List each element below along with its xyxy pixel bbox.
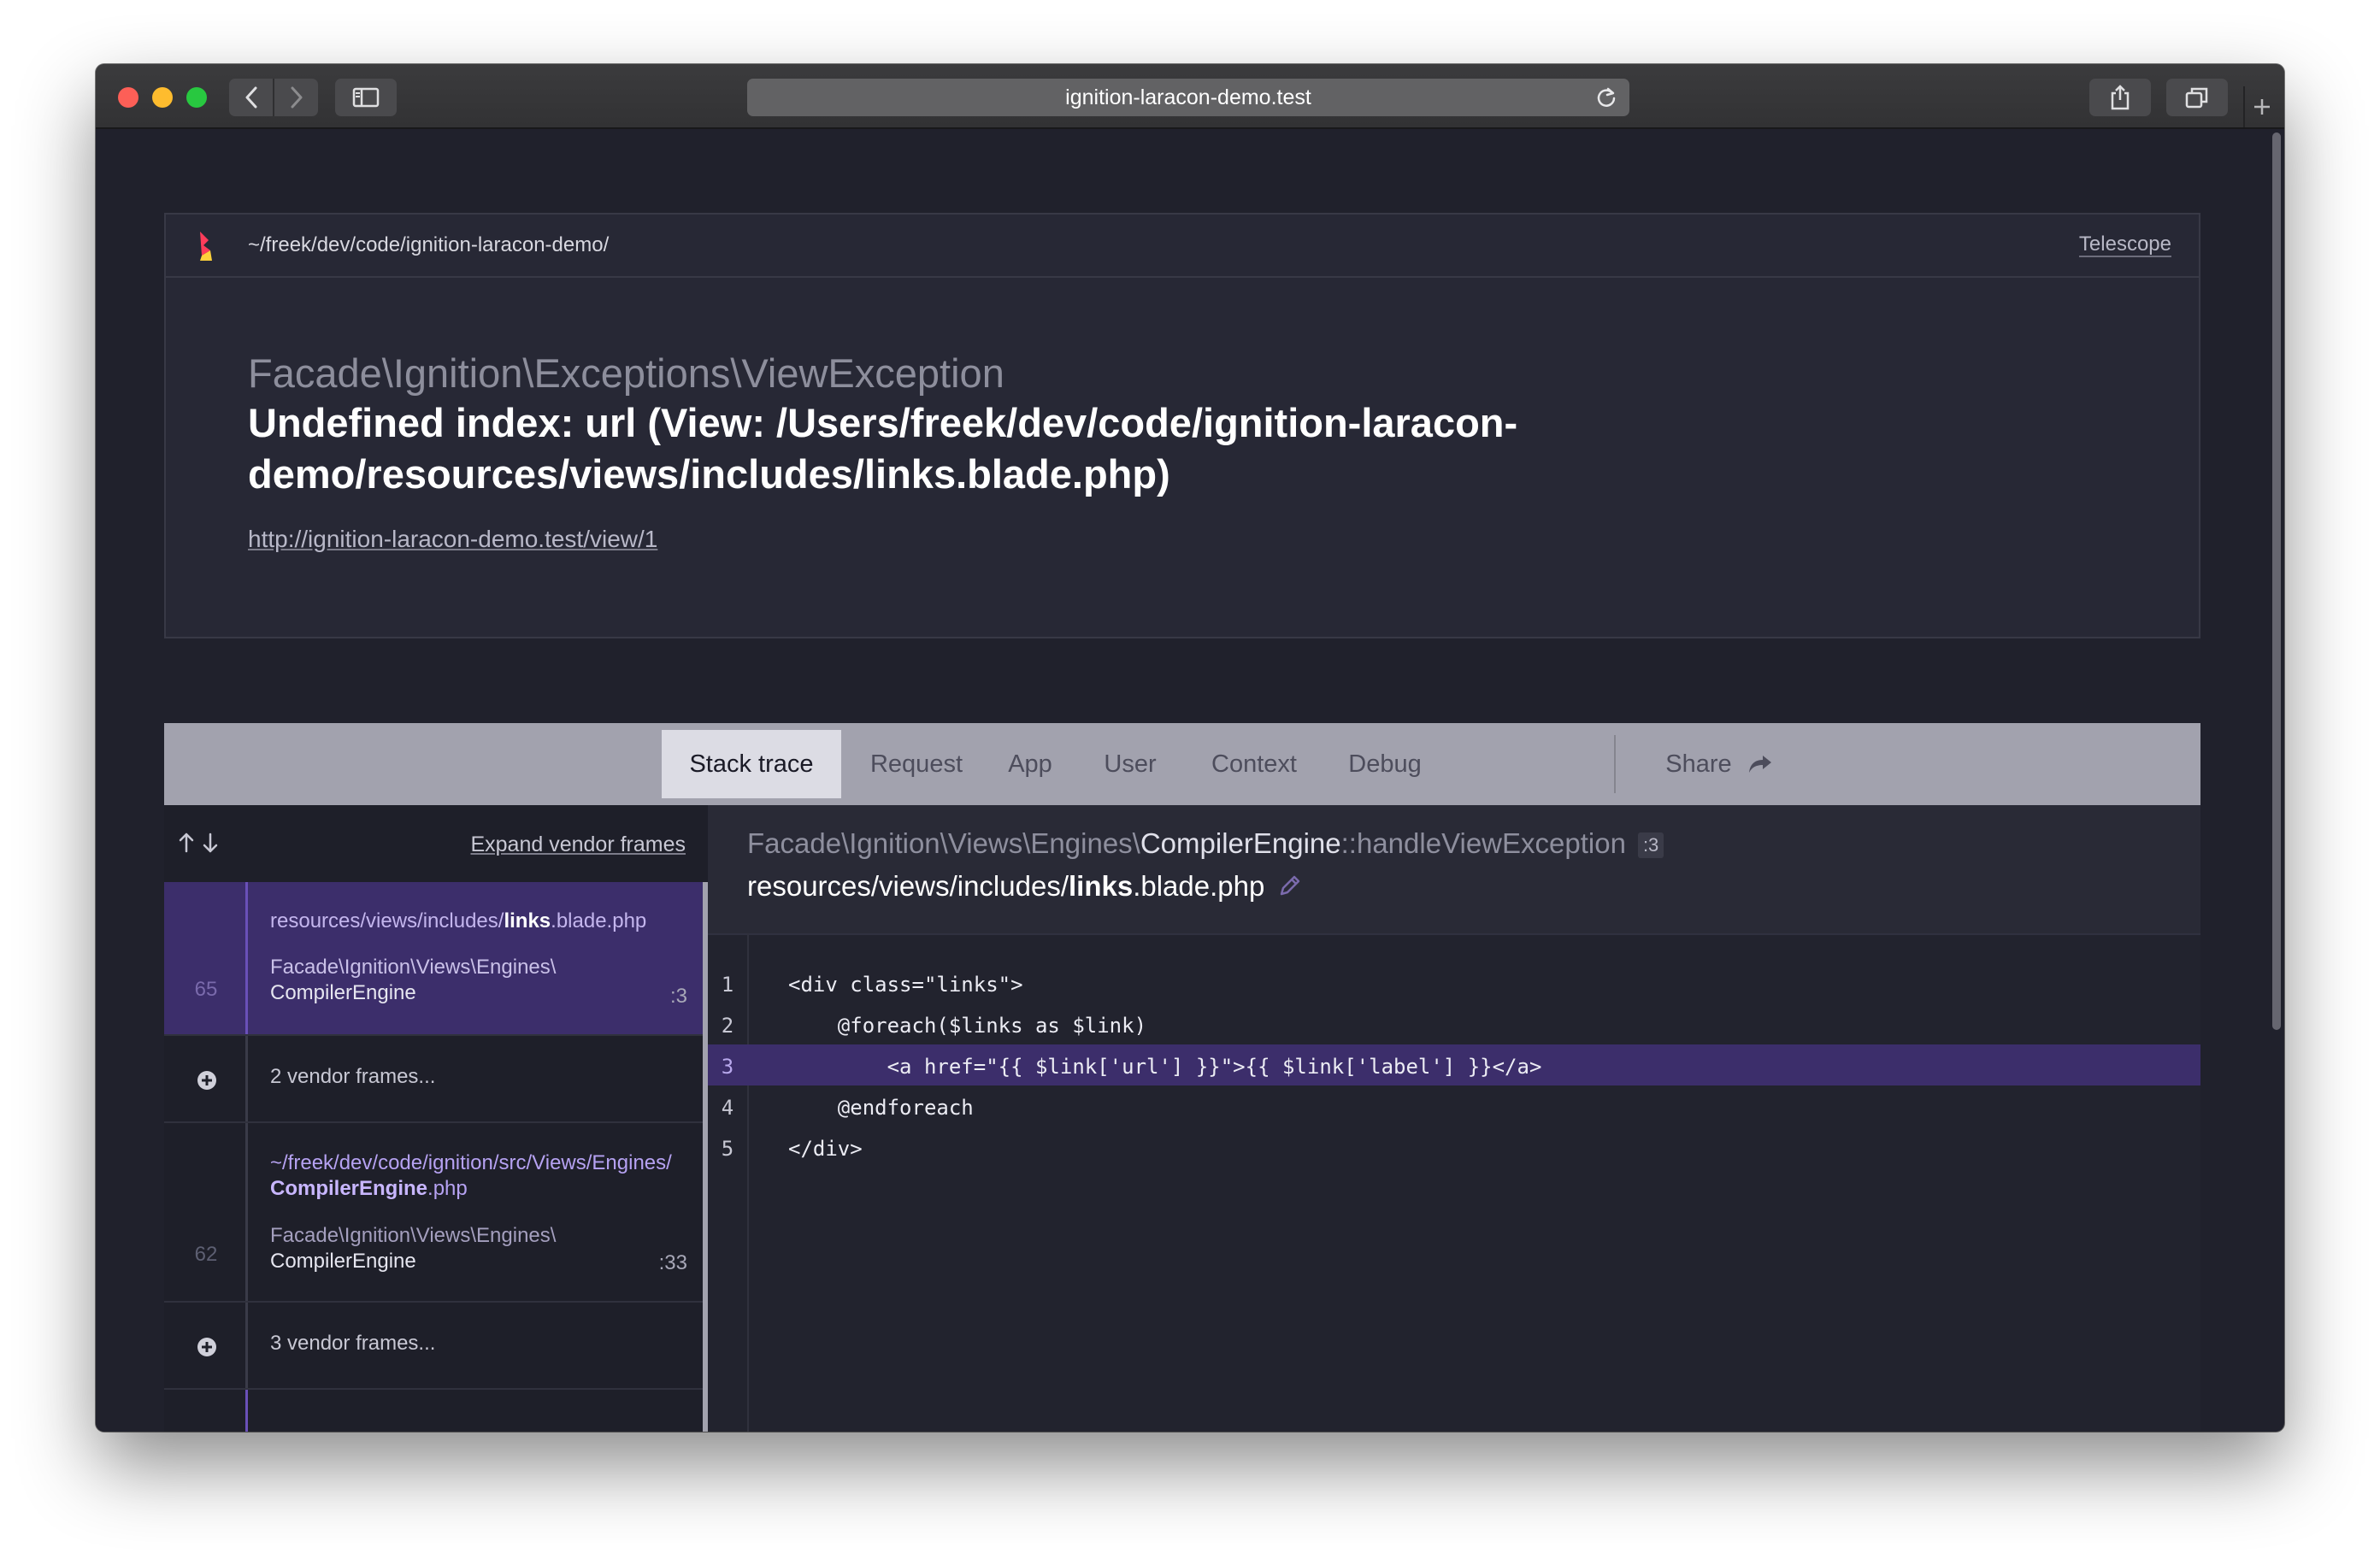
navigation-buttons	[229, 79, 318, 116]
tab-user[interactable]: User	[1086, 730, 1175, 798]
sort-order-button[interactable]	[178, 831, 222, 859]
frame-line-number: 65	[194, 978, 218, 1001]
sidebar-toggle-button[interactable]	[335, 79, 397, 116]
frame-line: :3	[669, 985, 687, 1008]
stack-frame[interactable]	[164, 1390, 703, 1432]
address-bar-url: ignition-laracon-demo.test	[1065, 85, 1311, 109]
expand-vendor-frames-link[interactable]: Expand vendor frames	[470, 832, 686, 857]
code-line-number: 1	[721, 973, 734, 997]
request-url-link[interactable]: http://ignition-laracon-demo.test/view/1	[248, 526, 657, 553]
back-button[interactable]	[229, 79, 273, 116]
frame-file: resources/views/includes/links.blade.php	[270, 909, 647, 932]
code-line-text: <a href="{{ $link['url'] }}">{{ $link['l…	[788, 1055, 1542, 1079]
chevron-left-icon	[245, 86, 256, 109]
sort-arrows-icon	[179, 832, 218, 853]
code-class-method: Facade\Ignition\Views\Engines\CompilerEn…	[747, 827, 1664, 860]
browser-share-button[interactable]	[2089, 79, 2151, 116]
edit-file-button[interactable]	[1278, 872, 1302, 904]
code-line-number: 2	[721, 1014, 734, 1038]
stack-frame[interactable]: 62 ~/freek/dev/code/ignition/src/Views/E…	[164, 1123, 703, 1303]
code-line-text: @endforeach	[788, 1096, 974, 1120]
tab-stack-trace[interactable]: Stack trace	[662, 730, 841, 798]
tab-divider	[1614, 735, 1616, 793]
exception-message: Undefined index: url (View: /Users/freek…	[248, 400, 1518, 497]
code-line-text: <div class="links">	[788, 973, 1023, 997]
frame-line: :33	[658, 1251, 687, 1274]
vendor-frames-toggle[interactable]: 3 vendor frames...	[164, 1303, 703, 1390]
close-window-button[interactable]	[118, 87, 138, 108]
chevron-right-icon	[291, 86, 302, 109]
frame-file: ~/freek/dev/code/ignition/src/Views/Engi…	[270, 1151, 672, 1200]
telescope-link[interactable]: Telescope	[2078, 233, 2171, 257]
share-arrow-icon	[1748, 756, 1771, 773]
plus-circle-icon	[197, 1337, 217, 1362]
code-line[interactable]: 1 <div class="links">	[708, 962, 2200, 1003]
plus-icon	[2254, 99, 2270, 115]
forward-button[interactable]	[274, 79, 318, 116]
code-line-highlighted[interactable]: 3 <a href="{{ $link['url'] }}">{{ $link[…	[708, 1044, 2200, 1085]
stack-frame[interactable]: 65 resources/views/includes/links.blade.…	[164, 882, 703, 1036]
sidebar-icon	[352, 87, 380, 108]
code-line-number: 3	[721, 1055, 734, 1079]
frames-column: Expand vendor frames 65 resources/views/…	[164, 805, 708, 1432]
address-bar[interactable]: ignition-laracon-demo.test	[747, 79, 1629, 116]
share-icon	[2111, 85, 2130, 110]
frame-gutter	[164, 882, 248, 1034]
pencil-icon	[1281, 876, 1300, 896]
frame-line-number: 62	[194, 1243, 218, 1266]
exception-class: Facade\Ignition\Exceptions\ViewException	[248, 350, 1004, 396]
browser-window: ignition-laracon-demo.test ~/freek/dev/c…	[96, 64, 2284, 1432]
tab-context[interactable]: Context	[1190, 730, 1318, 798]
code-line-text: @foreach($links as $link)	[788, 1014, 1147, 1038]
tab-app[interactable]: App	[990, 730, 1070, 798]
tab-share[interactable]: Share	[1638, 730, 1800, 798]
tab-debug[interactable]: Debug	[1330, 730, 1440, 798]
vendor-frames-label: 3 vendor frames...	[270, 1332, 436, 1355]
frame-class: CompilerEngine	[270, 1250, 416, 1273]
frame-gutter	[164, 1390, 248, 1432]
browser-titlebar: ignition-laracon-demo.test	[96, 64, 2284, 129]
zoom-window-button[interactable]	[186, 87, 207, 108]
exception-header-card: ~/freek/dev/code/ignition-laracon-demo/ …	[164, 213, 2200, 638]
frame-gutter	[164, 1123, 248, 1301]
code-line[interactable]: 5 </div>	[708, 1127, 2200, 1168]
code-line-number: 5	[721, 1137, 734, 1161]
project-path: ~/freek/dev/code/ignition-laracon-demo/	[248, 233, 610, 256]
tab-request[interactable]: Request	[857, 730, 976, 798]
page-scrollbar-thumb[interactable]	[2272, 132, 2281, 1030]
tab-bar: Stack trace Request App User Context Deb…	[164, 723, 2200, 805]
share-label: Share	[1665, 750, 1732, 778]
code-viewer: Facade\Ignition\Views\Engines\CompilerEn…	[708, 805, 2200, 1432]
code-file-path: resources/views/includes/links.blade.php	[747, 870, 1302, 904]
card-topbar: ~/freek/dev/code/ignition-laracon-demo/ …	[166, 215, 2199, 278]
ignition-logo-icon	[197, 230, 215, 268]
frame-class: CompilerEngine	[270, 981, 416, 1004]
frames-header: Expand vendor frames	[164, 805, 708, 882]
reload-icon	[1597, 87, 1616, 107]
minimize-window-button[interactable]	[152, 87, 173, 108]
code-line-text: </div>	[788, 1137, 863, 1161]
page-content: ~/freek/dev/code/ignition-laracon-demo/ …	[96, 129, 2267, 1432]
vendor-frames-toggle[interactable]: 2 vendor frames...	[164, 1036, 703, 1123]
code-line[interactable]: 2 @foreach($links as $link)	[708, 1003, 2200, 1044]
frame-namespace: Facade\Ignition\Views\Engines\	[270, 956, 557, 979]
code-body: 1 <div class="links"> 2 @foreach($links …	[708, 933, 2200, 1432]
plus-circle-icon	[197, 1070, 217, 1095]
code-line-number: 4	[721, 1096, 734, 1120]
new-tab-button[interactable]	[2243, 86, 2279, 127]
vendor-frames-label: 2 vendor frames...	[270, 1065, 436, 1088]
line-badge: :3	[1637, 832, 1664, 859]
code-header: Facade\Ignition\Views\Engines\CompilerEn…	[708, 805, 2200, 935]
tabs-overview-icon	[2185, 87, 2208, 109]
show-tabs-button[interactable]	[2166, 79, 2228, 116]
reload-button[interactable]	[1595, 86, 1617, 113]
frame-namespace: Facade\Ignition\Views\Engines\	[270, 1224, 557, 1247]
stacktrace-panel: Stack trace Request App User Context Deb…	[164, 723, 2200, 1432]
code-line[interactable]: 4 @endforeach	[708, 1085, 2200, 1127]
